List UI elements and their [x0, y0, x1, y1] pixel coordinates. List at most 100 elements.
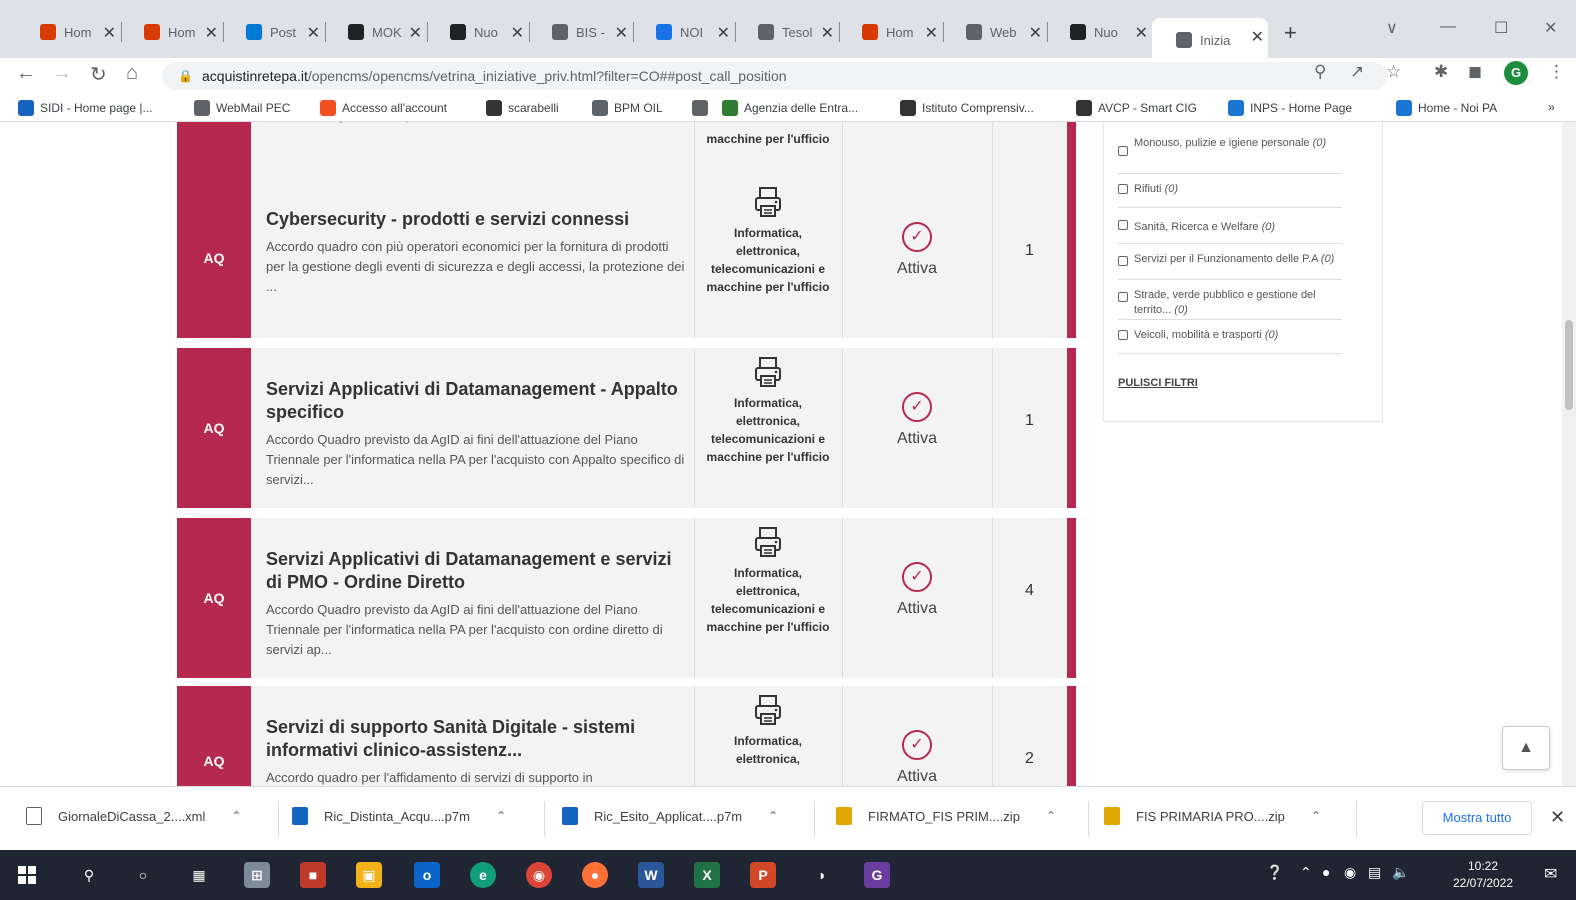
- notifications-icon[interactable]: ✉: [1544, 864, 1557, 884]
- paint-icon[interactable]: ◑: [808, 862, 834, 888]
- browser-tab[interactable]: Nuo ✕: [426, 14, 530, 50]
- tab-close-icon[interactable]: ✕: [717, 23, 730, 43]
- close-icon[interactable]: ✕: [1550, 807, 1565, 828]
- bookmark-item[interactable]: Home - Noi PA: [1396, 100, 1497, 116]
- minimize-icon[interactable]: —: [1440, 18, 1456, 36]
- filter-option[interactable]: Veicoli, mobilità e trasporti (0): [1118, 322, 1342, 354]
- share-icon[interactable]: ↗: [1350, 62, 1364, 82]
- word-icon[interactable]: W: [638, 862, 664, 888]
- download-item[interactable]: FIS PRIMARIA PRO....zip ⌃: [1104, 807, 1321, 825]
- window-close-icon[interactable]: ✕: [1544, 18, 1557, 38]
- filter-option[interactable]: Servizi per il Funzionamento delle P.A (…: [1118, 246, 1342, 280]
- initiative-card[interactable]: AQ Servizi Applicativi di Datamanagement …: [177, 348, 1076, 508]
- tab-close-icon[interactable]: ✕: [205, 23, 218, 43]
- file-explorer-icon[interactable]: ▣: [356, 862, 382, 888]
- tab-close-icon[interactable]: ✕: [103, 23, 116, 43]
- initiative-title[interactable]: Servizi Applicativi di Datamanagement e …: [266, 548, 686, 594]
- back-icon[interactable]: ←: [16, 62, 36, 85]
- tab-search-icon[interactable]: ∨: [1386, 18, 1398, 38]
- filter-checkbox[interactable]: [1118, 146, 1128, 156]
- app-g-icon[interactable]: G: [864, 862, 890, 888]
- zoom-icon[interactable]: ⚲: [1314, 62, 1326, 82]
- filter-option[interactable]: Strade, verde pubblico e gestione del te…: [1118, 282, 1342, 320]
- sidepanel-icon[interactable]: ◼: [1468, 62, 1482, 82]
- page-scrollbar[interactable]: [1562, 122, 1576, 786]
- browser-tab[interactable]: Nuo ✕: [1046, 14, 1154, 50]
- help-icon[interactable]: ❔: [1266, 864, 1283, 881]
- show-all-button[interactable]: Mostra tutto: [1422, 801, 1532, 835]
- address-bar[interactable]: 🔒 acquistinretepa.it/opencms/opencms/vet…: [162, 62, 1388, 90]
- filter-checkbox[interactable]: [1118, 220, 1128, 230]
- chevron-up-icon[interactable]: ⌃: [231, 809, 241, 823]
- bookmark-item[interactable]: WebMail PEC: [194, 100, 290, 116]
- bookmark-item[interactable]: BPM OIL: [592, 100, 663, 116]
- browser-tab[interactable]: Hom ✕: [16, 14, 122, 50]
- bookmark-item[interactable]: Istituto Comprensiv...: [900, 100, 1034, 116]
- download-item[interactable]: Ric_Esito_Applicat....p7m ⌃: [562, 807, 778, 825]
- download-item[interactable]: GiornaleDiCassa_2....xml ⌃: [26, 807, 241, 825]
- initiative-card[interactable]: AQ Servizi di supporto Sanità Digitale - …: [177, 686, 1076, 786]
- menu-icon[interactable]: ⋮: [1548, 62, 1565, 82]
- scrollbar-thumb[interactable]: [1565, 320, 1573, 410]
- back-to-top-button[interactable]: ▲: [1502, 726, 1550, 770]
- firefox-icon[interactable]: ●: [582, 862, 608, 888]
- download-item[interactable]: Ric_Distinta_Acqu....p7m ⌃: [292, 807, 506, 825]
- tab-close-icon[interactable]: ✕: [821, 23, 834, 43]
- initiative-card[interactable]: AQ Servizi Applicativi di Datamanagement …: [177, 518, 1076, 678]
- tab-close-icon[interactable]: ✕: [1135, 23, 1148, 43]
- browser-tab[interactable]: MOK ✕: [324, 14, 428, 50]
- excel-icon[interactable]: X: [694, 862, 720, 888]
- browser-tab[interactable]: NOI ✕: [632, 14, 736, 50]
- browser-tab[interactable]: BIS - ✕: [528, 14, 634, 50]
- chrome-icon[interactable]: ◉: [526, 862, 552, 888]
- filter-checkbox[interactable]: [1118, 184, 1128, 194]
- filter-checkbox[interactable]: [1118, 256, 1128, 266]
- forward-icon[interactable]: →: [52, 62, 72, 85]
- new-tab-icon[interactable]: +: [1284, 20, 1297, 46]
- bookmark-item[interactable]: Accesso all'account: [320, 100, 447, 116]
- filter-checkbox[interactable]: [1118, 330, 1128, 340]
- filter-option[interactable]: Sanità, Ricerca e Welfare (0): [1118, 214, 1342, 244]
- browser-tab[interactable]: Inizia ✕: [1152, 18, 1268, 62]
- bookmark-item[interactable]: INPS - Home Page: [1228, 100, 1352, 116]
- tab-close-icon[interactable]: ✕: [1251, 27, 1264, 47]
- app-icon[interactable]: ■: [300, 862, 326, 888]
- clear-filters-link[interactable]: PULISCI FILTRI: [1118, 377, 1198, 389]
- network-icon[interactable]: ▤: [1368, 864, 1381, 881]
- browser-tab[interactable]: Post ✕: [222, 14, 326, 50]
- chevron-up-icon[interactable]: ⌃: [1311, 809, 1321, 823]
- system-clock[interactable]: 10:22 22/07/2022: [1438, 858, 1528, 892]
- browser-tab[interactable]: Tesol ✕: [734, 14, 840, 50]
- volume-icon[interactable]: 🔈: [1392, 864, 1409, 881]
- task-view-icon[interactable]: ▦: [186, 862, 212, 888]
- bookmark-item[interactable]: [692, 100, 714, 116]
- profile-avatar[interactable]: G: [1504, 61, 1528, 85]
- bookmark-item[interactable]: SIDI - Home page |...: [18, 100, 153, 116]
- tab-close-icon[interactable]: ✕: [307, 23, 320, 43]
- tab-close-icon[interactable]: ✕: [1029, 23, 1042, 43]
- reload-icon[interactable]: ↻: [90, 62, 107, 87]
- search-icon[interactable]: ⚲: [76, 862, 102, 888]
- powerpoint-icon[interactable]: P: [750, 862, 776, 888]
- extensions-icon[interactable]: ✱: [1434, 62, 1448, 82]
- windows-start-icon[interactable]: [14, 862, 40, 888]
- home-icon[interactable]: ⌂: [126, 62, 138, 85]
- more-bookmarks-icon[interactable]: »: [1548, 100, 1555, 114]
- calculator-icon[interactable]: ⊞: [244, 862, 270, 888]
- download-item[interactable]: FIRMATO_FIS PRIM....zip ⌃: [836, 807, 1056, 825]
- tab-close-icon[interactable]: ✕: [925, 23, 938, 43]
- bookmark-item[interactable]: scarabelli: [486, 100, 559, 116]
- chevron-up-icon[interactable]: ⌃: [496, 809, 506, 823]
- outlook-icon[interactable]: o: [414, 862, 440, 888]
- filter-checkbox[interactable]: [1118, 292, 1128, 302]
- tab-close-icon[interactable]: ✕: [615, 23, 628, 43]
- browser-tab[interactable]: Hom ✕: [838, 14, 944, 50]
- filter-option[interactable]: Monouso, pulizie e igiene personale (0): [1118, 132, 1342, 174]
- initiative-title[interactable]: Servizi di supporto Sanità Digitale - si…: [266, 716, 686, 762]
- tray-chevron-icon[interactable]: ⌃: [1300, 864, 1312, 881]
- filter-option[interactable]: Rifiuti (0): [1118, 176, 1342, 208]
- browser-tab[interactable]: Web ✕: [942, 14, 1048, 50]
- chevron-up-icon[interactable]: ⌃: [1046, 809, 1056, 823]
- tab-close-icon[interactable]: ✕: [511, 23, 524, 43]
- initiative-title[interactable]: Cybersecurity - prodotti e servizi conne…: [266, 208, 686, 231]
